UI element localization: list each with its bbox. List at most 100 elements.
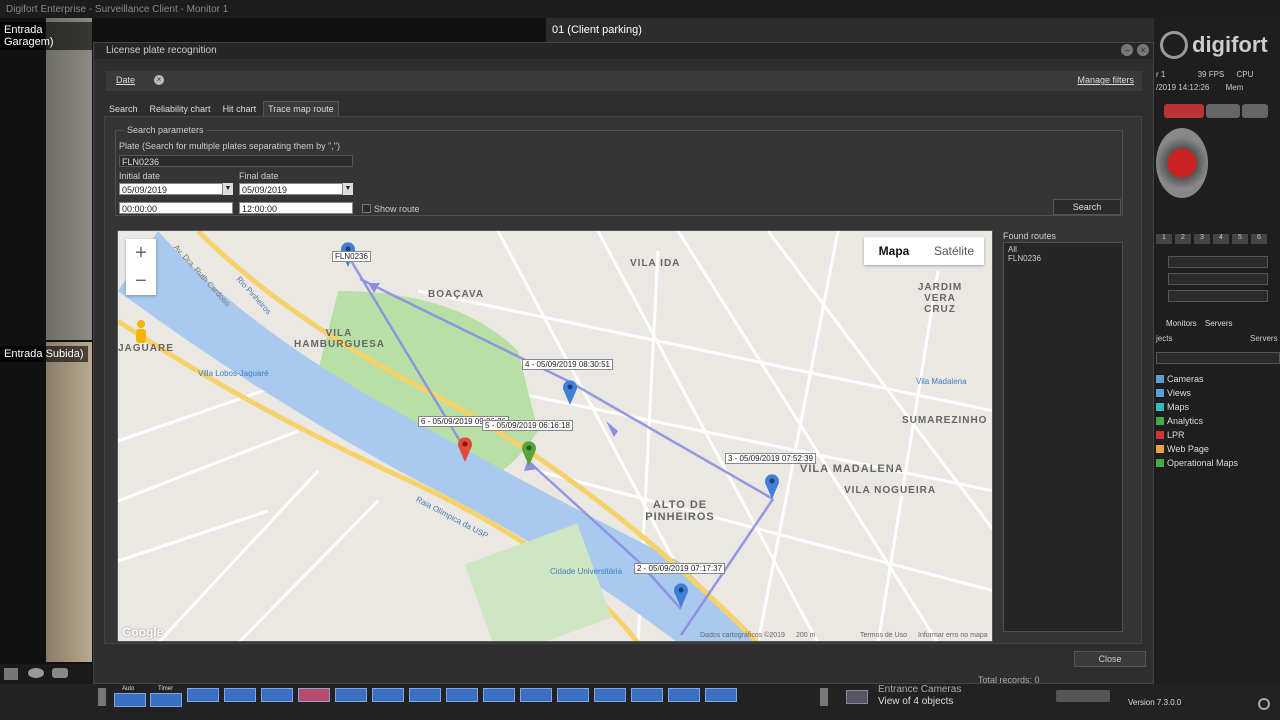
layout-button[interactable] xyxy=(150,693,182,707)
tree-search-input[interactable] xyxy=(1156,352,1280,364)
close-button[interactable]: Close xyxy=(1074,651,1146,667)
car-icon[interactable] xyxy=(52,668,68,678)
found-routes-list: All FLN0236 xyxy=(1003,242,1123,632)
analytics-icon xyxy=(1156,417,1164,425)
layout-button[interactable] xyxy=(224,688,256,702)
layout-button[interactable] xyxy=(261,688,293,702)
layout-button[interactable] xyxy=(668,688,700,702)
ptz-toolbar xyxy=(1160,104,1270,120)
camera-tile-client-parking[interactable]: 01 (Client parking) xyxy=(546,18,1154,42)
tab-hit-chart[interactable]: Hit chart xyxy=(217,101,262,117)
map-type-map[interactable]: Mapa xyxy=(864,244,924,258)
tab-monitors[interactable]: Monitors xyxy=(1166,319,1197,328)
pegman-icon[interactable] xyxy=(132,319,150,345)
layout-button[interactable] xyxy=(446,688,478,702)
fps-value: 39 FPS xyxy=(1197,70,1225,79)
ptz-control[interactable] xyxy=(1156,128,1208,198)
preset-button-1[interactable]: 1 xyxy=(1156,234,1172,244)
camera-label: 01 (Client parking) xyxy=(552,24,642,36)
tree-item-lpr[interactable]: LPR xyxy=(1156,428,1280,442)
marker-pin-icon[interactable] xyxy=(673,582,689,608)
found-route-item[interactable]: FLN0236 xyxy=(1008,254,1118,263)
tab-servers[interactable]: Servers xyxy=(1205,319,1233,328)
chevron-down-icon[interactable]: ▼ xyxy=(223,183,233,195)
grid-icon[interactable] xyxy=(4,668,18,680)
preset-button-4[interactable]: 4 xyxy=(1213,234,1229,244)
final-time-input[interactable]: 12:00:00 xyxy=(239,202,353,214)
volume-icon[interactable] xyxy=(1242,104,1268,118)
objects-radio[interactable]: jects xyxy=(1156,334,1172,343)
logo: digifort xyxy=(1160,28,1280,62)
layout-button[interactable] xyxy=(114,693,146,707)
tree-item-maps[interactable]: Maps xyxy=(1156,400,1280,414)
marker-pin-end-icon[interactable] xyxy=(457,436,473,462)
tree-item-cameras[interactable]: Cameras xyxy=(1156,372,1280,386)
scroll-right-button[interactable] xyxy=(820,688,828,706)
map-type-satellite[interactable]: Satélite xyxy=(924,244,984,258)
route-label-3: 3 - 05/09/2019 07:52:39 xyxy=(725,453,816,464)
tab-search[interactable]: Search xyxy=(104,101,143,117)
preset-button-3[interactable]: 3 xyxy=(1194,234,1210,244)
tree-item-views[interactable]: Views xyxy=(1156,386,1280,400)
marker-pin-icon[interactable] xyxy=(764,473,780,499)
layout-button[interactable] xyxy=(483,688,515,702)
chevron-down-icon[interactable]: ▼ xyxy=(343,183,353,195)
layout-button[interactable] xyxy=(594,688,626,702)
close-icon[interactable]: × xyxy=(1137,44,1149,56)
initial-time-input[interactable]: 00:00:00 xyxy=(119,202,233,214)
layout-button[interactable] xyxy=(335,688,367,702)
tab-reliability-chart[interactable]: Reliability chart xyxy=(144,101,216,117)
preset-button-6[interactable]: 6 xyxy=(1251,234,1267,244)
layout-button[interactable] xyxy=(298,688,330,702)
zoom-out-button[interactable]: − xyxy=(126,267,156,295)
camera-label: Entrada Subida) xyxy=(0,346,88,362)
route-map[interactable]: + − Mapa Satélite VILA IDA BOAÇAVA VILA … xyxy=(117,230,993,642)
system-stats: r 1 39 FPS CPU /2019 14:12:26 Mem xyxy=(1156,70,1280,96)
view-controls[interactable] xyxy=(1056,690,1110,702)
power-icon[interactable] xyxy=(1258,698,1270,710)
layout-button[interactable] xyxy=(372,688,404,702)
found-route-item[interactable]: All xyxy=(1008,245,1118,254)
layout-button[interactable] xyxy=(520,688,552,702)
initial-date-input[interactable]: 05/09/2019 xyxy=(119,183,223,195)
layout-button[interactable] xyxy=(409,688,441,702)
camera-tile-entrada-subida[interactable]: Entrada Subida) xyxy=(0,342,92,662)
tree-item-label: Maps xyxy=(1167,402,1190,412)
layout-button[interactable] xyxy=(705,688,737,702)
map-attribution: Dados cartográficos ©2019 xyxy=(700,632,785,639)
marker-pin-start-icon[interactable] xyxy=(521,440,537,466)
servers-radio[interactable]: Servers xyxy=(1250,334,1278,343)
tab-content: Search parameters Plate (Search for mult… xyxy=(104,116,1142,644)
layout-button[interactable] xyxy=(631,688,663,702)
tree-item-label: Operational Maps xyxy=(1167,458,1239,468)
preset-button-2[interactable]: 2 xyxy=(1175,234,1191,244)
zoom-in-button[interactable]: + xyxy=(126,239,156,267)
show-route-checkbox[interactable] xyxy=(362,204,371,213)
marker-pin-icon[interactable] xyxy=(562,379,578,405)
map-terms-link[interactable]: Termos de Uso xyxy=(860,632,907,639)
search-button[interactable]: Search xyxy=(1053,199,1121,215)
manage-filters-link[interactable]: Manage filters xyxy=(1077,75,1134,85)
place-vila-nogueira: VILA NOGUEIRA xyxy=(844,485,937,496)
minimize-icon[interactable]: – xyxy=(1121,44,1133,56)
dots-icon[interactable] xyxy=(1206,104,1240,118)
tree-item-operational-maps[interactable]: Operational Maps xyxy=(1156,456,1280,470)
panel-dropdown[interactable] xyxy=(1168,256,1268,268)
panel-dropdown[interactable] xyxy=(1168,273,1268,285)
camera-tile-entrada-garagem[interactable]: Entrada Garagem) xyxy=(0,18,92,340)
remove-filter-icon[interactable]: × xyxy=(154,75,164,85)
tree-item-web-page[interactable]: Web Page xyxy=(1156,442,1280,456)
filter-tag-date[interactable]: Date xyxy=(116,75,135,85)
scroll-left-button[interactable] xyxy=(98,688,106,706)
preset-button-5[interactable]: 5 xyxy=(1232,234,1248,244)
plate-input[interactable]: FLN0236 xyxy=(119,155,353,167)
final-date-input[interactable]: 05/09/2019 xyxy=(239,183,343,195)
tab-trace-map-route[interactable]: Trace map route xyxy=(263,101,339,117)
map-report-link[interactable]: Informar erro no mapa xyxy=(918,632,988,639)
eye-icon[interactable] xyxy=(28,668,44,678)
tree-item-analytics[interactable]: Analytics xyxy=(1156,414,1280,428)
layout-button[interactable] xyxy=(557,688,589,702)
layout-button[interactable] xyxy=(187,688,219,702)
panel-dropdown[interactable] xyxy=(1168,290,1268,302)
user-icon[interactable] xyxy=(1164,104,1204,118)
